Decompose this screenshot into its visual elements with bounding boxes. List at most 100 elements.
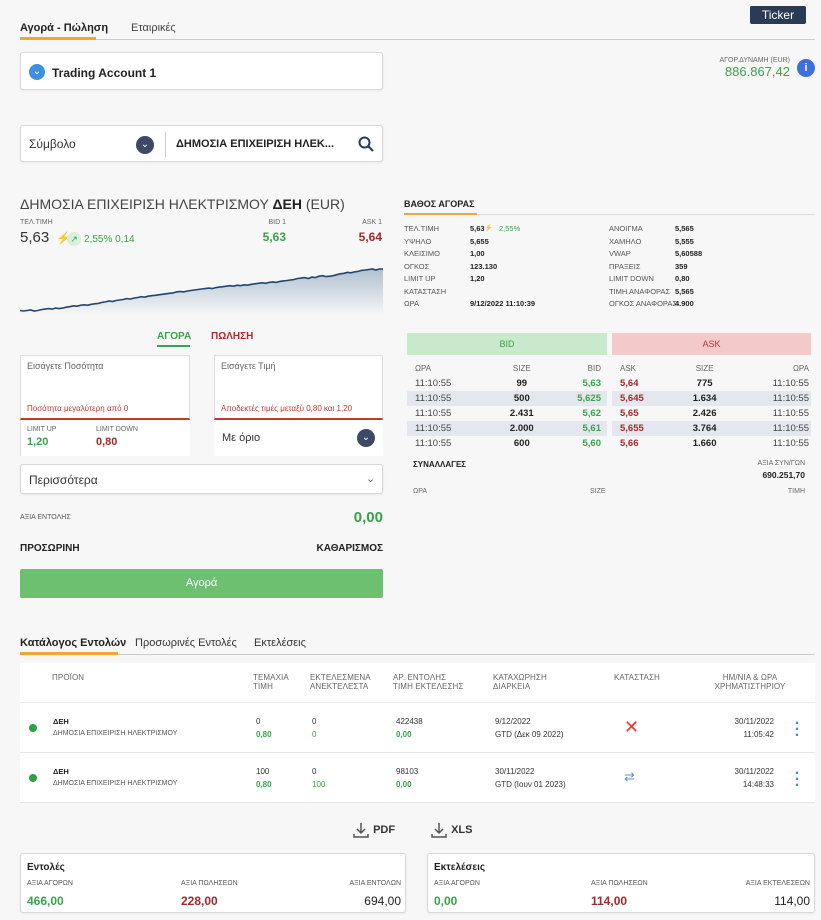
right-stat-value: 4.900 [675,299,694,308]
limit-down-label: LIMIT DOWN [96,426,138,433]
left-stat-row: ΤΕΛ.ΤΙΜΗ 5,63 ⚡ 2,55% [404,224,594,237]
price-field[interactable]: Εισάγετε Τιμή Αποδεκτές τιμές μεταξύ 0,8… [214,355,383,420]
right-stat-value: 0,80 [675,274,690,283]
info-icon[interactable]: i [797,59,815,77]
ask-price: 5,66 [620,438,639,449]
tab-temp-orders[interactable]: Προσωρινές Εντολές [135,637,237,649]
tab-buy[interactable]: ΑΓΟΡΑ [157,331,191,342]
ask-row[interactable]: 5,655 3.764 11:10:55 [612,421,811,436]
ask-size: 3.764 [692,423,717,434]
tab-order-list[interactable]: Κατάλογος Εντολών [20,637,126,649]
exec-total-label: ΑΞΙΑ ΕΚΤΕΛΕΣΕΩΝ [745,880,810,887]
bid-row[interactable]: 11:10:55 500 5,625 [407,391,607,406]
lightning-icon: ⚡ [484,225,493,232]
left-stat-value: 5,655 [470,236,489,246]
order-registration: 30/11/2022 [495,767,535,776]
tab-buy-sell[interactable]: Αγορά - Πώληση [20,22,108,34]
col-registration: ΚΑΤΑΧΩΡΗΣΗ ΔΙΑΡΚΕΙΑ [493,673,547,691]
right-stat-row: VWAP 5,60588 [609,249,799,262]
quantity-input[interactable]: Εισάγετε Ποσότητα [27,361,103,371]
executions-summary: Εκτελέσεις ΑΞΙΑ ΑΓΟΡΩΝ 0,00 ΑΞΙΑ ΠΩΛΗΣΕΩ… [427,853,815,913]
buy-submit-button[interactable]: Αγορά [20,569,383,598]
left-stat-value: 123.130 [470,261,498,271]
temporary-button[interactable]: ΠΡΟΣΩΡΙΝΗ [20,543,80,554]
exec-sell-label: ΑΞΙΑ ΠΩΛΗΣΕΩΝ [591,880,648,887]
order-row[interactable]: ΔΕΗ ΔΗΜΟΣΙΑ ΕΠΙΧΕΙΡΙΣΗ ΗΛΕΚΤΡΙΣΜΟΥ 0 0,80 0 0… [20,703,815,753]
left-stat-row: ΥΨΗΛΟ 5,655 [404,237,594,250]
left-stat-label: ΩΡΑ [404,299,420,308]
last-change-percent: 2,55% [499,224,521,233]
right-stat-value: 5,565 [675,224,694,233]
order-duration: GTD (Δεκ 09 2022) [495,730,564,739]
ask-row[interactable]: 5,66 1.660 11:10:55 [612,436,811,451]
tab-sell[interactable]: ΠΩΛΗΣΗ [211,331,253,342]
exec-buy-value: 0,00 [434,894,458,908]
bid-row[interactable]: 11:10:55 2.431 5,62 [407,406,607,421]
bid-price: 5,60 [582,438,602,449]
bid-row[interactable]: 11:10:55 600 5,60 [407,436,607,451]
bid-time: 11:10:55 [415,438,452,449]
ticker-button[interactable]: Ticker [750,6,806,24]
tab-corporate[interactable]: Εταιρικές [131,22,176,34]
order-name: ΔΗΜΟΣΙΑ ΕΠΙΧΕΙΡΙΣΗ ΗΛΕΚΤΡΙΣΜΟΥ [53,780,178,787]
left-stat-row: ΩΡΑ 9/12/2022 11:10:39 [404,299,594,312]
orders-header-row: ΠΡΟΪΟΝ ΤΕΜΑΧΙΑ ΤΙΜΗ ΕΚΤΕΛΕΣΜΕΝΑ ΑΝΕΚΤΕΛΕΣΤ… [20,663,815,703]
bid-col-price: BID [587,363,601,373]
ask-col-size: SIZE [695,363,714,373]
ask-row[interactable]: 5,64 775 11:10:55 [612,376,811,391]
right-stat-row: LIMIT DOWN 0,80 [609,274,799,287]
more-vertical-icon[interactable]: ... [793,712,801,740]
right-stat-label: ΤΙΜΗ ΑΝΑΦΟΡΑΣ [609,286,671,296]
ask-row[interactable]: 5,645 1.634 11:10:55 [612,391,811,406]
right-stat-label: ΠΡΑΞΕΙΣ [609,261,641,271]
clear-button[interactable]: ΚΑΘΑΡΙΣΜΟΣ [300,543,383,554]
order-row[interactable]: ΔΕΗ ΔΗΜΟΣΙΑ ΕΠΙΧΕΙΡΙΣΗ ΗΛΕΚΤΡΙΣΜΟΥ 100 0,80… [20,753,815,803]
chevron-down-icon[interactable]: ⌄ [357,429,375,447]
order-unexecuted: 0 [312,730,317,739]
right-stat-value: 5,565 [675,286,694,296]
export-xls-button[interactable]: XLS [430,821,472,839]
last-price: 5,63 [20,229,50,246]
price-input[interactable]: Εισάγετε Τιμή [221,361,276,371]
order-time: 14:48:33 [742,780,774,789]
chevron-down-icon[interactable]: ⌄ [136,136,154,154]
ask1-label: ASK 1 [362,219,382,226]
col-order-no: ΑΡ. ΕΝΤΟΛΗΣ ΤΙΜΗ ΕΚΤΕΛΕΣΗΣ [393,673,464,691]
quantity-field[interactable]: Εισάγετε Ποσότητα Ποσότητα μεγαλύτερη απ… [20,355,190,420]
divider [165,132,166,157]
ask-header: ASK [612,333,811,355]
bid-time: 11:10:55 [415,408,452,419]
bid-row[interactable]: 11:10:55 2.000 5,61 [407,421,607,436]
order-value: 0,00 [353,509,383,526]
export-pdf-button[interactable]: PDF [352,821,395,839]
left-stat-row: ΚΑΤΑΣΤΑΣΗ [404,287,594,300]
left-stat-value: 1,20 [470,274,485,283]
bid-size: 2.431 [509,408,534,419]
ask-row[interactable]: 5,65 2.426 11:10:55 [612,406,811,421]
orders-total-value: 694,00 [364,894,401,908]
right-stat-label: VWAP [609,249,631,258]
more-vertical-icon[interactable]: ... [793,762,801,790]
search-icon[interactable] [358,136,374,152]
orders-total-label: ΑΞΙΑ ΕΝΤΟΛΩΝ [349,880,401,887]
trades-col-time: ΩΡΑ [413,488,428,495]
bid-size: 2.000 [509,423,534,434]
bid-price: 5,625 [577,393,601,404]
order-code: ΔΕΗ [53,767,69,776]
instrument-title: ΔΗΜΟΣΙΑ ΕΠΙΧΕΙΡΙΣΗ ΗΛΕΚΤΡΙΣΜΟΥ ΔΕΗ (EUR) [20,196,345,212]
limit-down-value: 0,80 [96,436,118,448]
bid-row[interactable]: 11:10:55 99 5,63 [407,376,607,391]
orders-buy-label: ΑΞΙΑ ΑΓΟΡΩΝ [27,880,73,887]
order-type-select[interactable]: Με όριο ⌄ [214,420,383,456]
more-options[interactable]: Περισσότερα ⌄ [20,464,383,494]
account-selector[interactable]: ⌄ Trading Account 1 [20,52,383,90]
right-stat-value: 5,555 [675,236,694,246]
exec-buy-label: ΑΞΙΑ ΑΓΟΡΩΝ [434,880,480,887]
col-status: ΚΑΤΑΣΤΑΣΗ [614,673,660,682]
order-registration: 9/12/2022 [495,717,531,726]
more-label: Περισσότερα [29,473,98,487]
left-stat-label: ΚΛΕΙΣΙΜΟ [404,249,440,258]
tab-executions[interactable]: Εκτελέσεις [254,637,306,649]
ask-table: ASK SIZE ΩΡΑ 5,64 775 11:10:55 5,645 1.634 11… [612,360,811,451]
symbol-input[interactable]: ΔΗΜΟΣΙΑ ΕΠΙΧΕΙΡΙΣΗ ΗΛΕΚ... [176,138,334,150]
